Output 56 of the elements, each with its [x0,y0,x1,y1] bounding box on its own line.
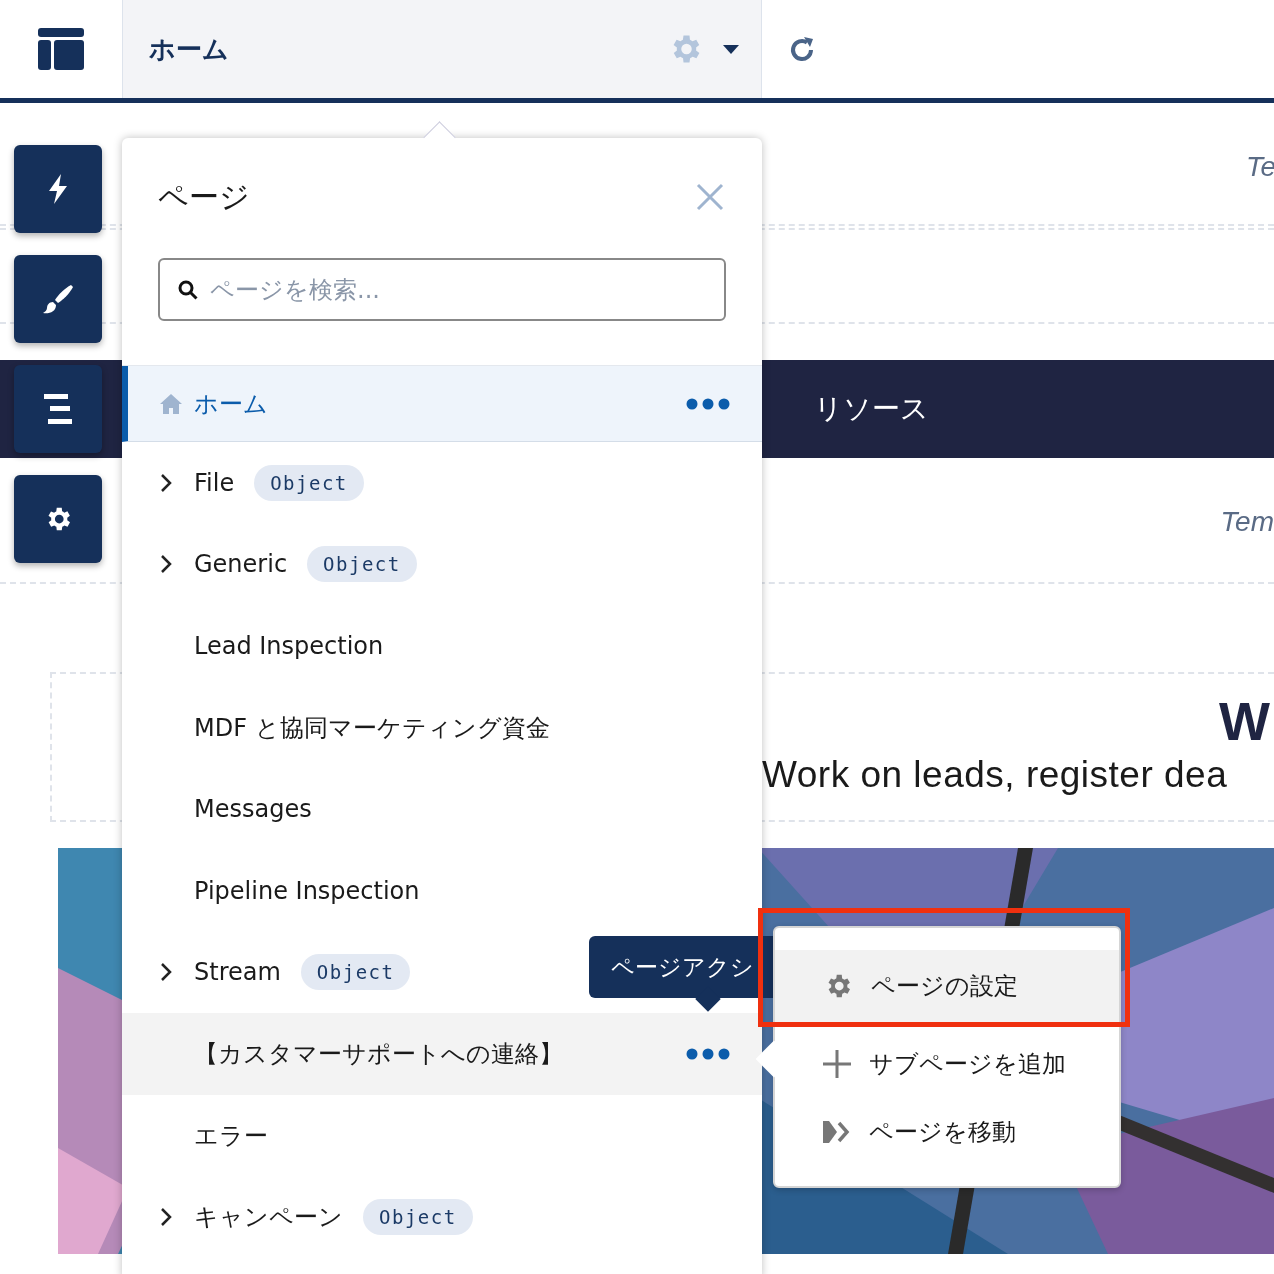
page-item[interactable]: Messages [122,768,762,850]
search-icon [178,280,198,300]
menu-item[interactable]: サブページを追加 [775,1030,1119,1098]
object-badge: Object [307,546,417,583]
chevron-icon[interactable] [160,1207,172,1228]
page-item[interactable]: エラー [122,1094,762,1177]
nav-item[interactable]: リソース [814,390,929,428]
bolt-icon [47,174,69,204]
chevron-icon[interactable] [160,554,172,575]
panel-title: ページ [158,177,250,216]
object-badge: Object [300,954,411,991]
search-field[interactable]: ページを検索... [158,258,726,321]
menu-item[interactable]: ページを移動 [775,1098,1119,1166]
more-icon[interactable] [686,397,730,410]
hero-text: Work on leads, register dea [762,754,1228,796]
page-title: ホーム [149,32,230,66]
tool-button[interactable] [14,255,102,343]
page-item[interactable]: File Object [122,442,762,524]
page-item[interactable]: Lead Inspection [122,605,762,687]
page-item[interactable]: Pipeline Inspection [122,849,762,932]
page-name: ホーム [194,388,268,420]
tooltip-text: ページアクシ [611,952,754,982]
caret-icon[interactable] [723,44,739,54]
layout-icon[interactable] [38,28,84,70]
more-icon[interactable] [686,1047,730,1060]
object-badge: Object [254,464,364,501]
page-name: Messages [194,795,312,824]
page-name: Generic [194,550,288,579]
page-name: Stream [194,958,281,987]
page-name: Pipeline Inspection [194,876,420,905]
lines-icon [44,394,72,424]
page-item[interactable]: 【カスタマーサポートへの連絡】 [122,1013,762,1095]
tool-button[interactable] [14,365,102,453]
tool-button[interactable] [14,145,102,233]
page-item[interactable]: キャンペーン Object [122,1176,762,1258]
page-name: File [194,468,235,497]
home-icon [160,393,182,414]
page-item[interactable]: MDF と協同マーケティング資金 [122,686,762,769]
object-badge: Object [363,1199,473,1236]
page-name: エラー [194,1120,268,1152]
page-name: MDF と協同マーケティング資金 [194,712,550,744]
brush-icon [43,284,73,314]
chevron-icon[interactable] [160,962,172,983]
chevron-icon[interactable] [160,472,172,493]
page-selector[interactable]: ホーム [123,0,762,98]
page-name: Lead Inspection [194,632,384,660]
section-label: Tem [1220,506,1274,539]
tool-button[interactable] [14,475,102,563]
plus-icon [823,1050,851,1078]
hero-heading: W [1219,690,1270,752]
menu-item[interactable]: ページの設定 [775,950,1119,1022]
page-item[interactable]: ホーム [122,366,762,442]
page-name: 【カスタマーサポートへの連絡】 [194,1038,563,1070]
page-item[interactable]: Generic Object [122,523,762,606]
move-icon [823,1121,851,1143]
page-name: キャンペーン [194,1202,343,1234]
